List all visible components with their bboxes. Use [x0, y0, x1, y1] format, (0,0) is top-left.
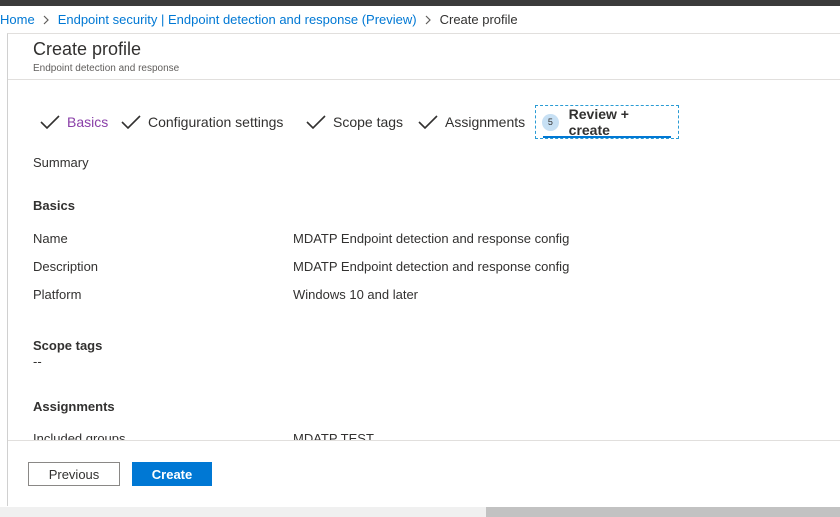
scrollbar-thumb[interactable]	[486, 507, 840, 517]
step-label: Basics	[67, 114, 109, 130]
included-groups-label: Included groups	[33, 431, 126, 440]
assignments-heading: Assignments	[33, 399, 115, 414]
create-profile-blade: Create profile Endpoint detection and re…	[7, 33, 840, 507]
description-label: Description	[33, 259, 99, 274]
checkmark-icon	[418, 115, 438, 129]
scope-tags-heading: Scope tags	[33, 338, 103, 353]
summary-heading: Summary	[33, 155, 89, 170]
step-label: Configuration settings	[148, 114, 284, 130]
breadcrumb-endpoint-link[interactable]: Endpoint security | Endpoint detection a…	[58, 12, 417, 27]
platform-label: Platform	[33, 287, 82, 302]
scope-tags-value: --	[33, 354, 42, 369]
horizontal-scrollbar[interactable]	[0, 507, 840, 517]
step-assignments[interactable]: Assignments	[418, 104, 525, 140]
blade-header: Create profile Endpoint detection and re…	[8, 34, 840, 80]
wizard-steps: Basics Configuration settings Scope tags…	[8, 104, 840, 140]
breadcrumb-current: Create profile	[439, 12, 518, 27]
step-number-badge: 5	[542, 113, 559, 131]
step-label: Review + create	[568, 106, 629, 138]
page-subtitle: Endpoint detection and response	[33, 63, 180, 74]
blade-footer: Previous Create	[8, 440, 840, 507]
checkmark-icon	[40, 115, 60, 129]
checkmark-icon	[121, 115, 141, 129]
previous-button[interactable]: Previous	[28, 462, 120, 486]
step-label: Scope tags	[333, 114, 404, 130]
page-title: Create profile	[33, 39, 142, 59]
step-configuration-settings[interactable]: Configuration settings	[121, 104, 283, 140]
create-button[interactable]: Create	[132, 462, 212, 486]
step-basics[interactable]: Basics	[40, 104, 108, 140]
included-groups-value: MDATP TEST	[293, 431, 374, 440]
basics-heading: Basics	[33, 198, 75, 213]
breadcrumb: Home Endpoint security | Endpoint detect…	[0, 6, 840, 33]
breadcrumb-home-link[interactable]: Home	[0, 12, 35, 27]
active-step-underline	[543, 136, 671, 138]
chevron-right-icon	[43, 15, 50, 25]
step-review-create[interactable]: 5 Review + create	[535, 105, 679, 139]
step-label: Assignments	[445, 114, 526, 130]
name-label: Name	[33, 231, 68, 246]
checkmark-icon	[306, 115, 326, 129]
platform-value: Windows 10 and later	[293, 287, 419, 302]
name-value: MDATP Endpoint detection and response co…	[293, 231, 570, 246]
chevron-right-icon	[425, 15, 432, 25]
step-scope-tags[interactable]: Scope tags	[306, 104, 403, 140]
description-value: MDATP Endpoint detection and response co…	[293, 259, 570, 274]
review-summary: Summary Basics Name MDATP Endpoint detec…	[8, 140, 840, 440]
